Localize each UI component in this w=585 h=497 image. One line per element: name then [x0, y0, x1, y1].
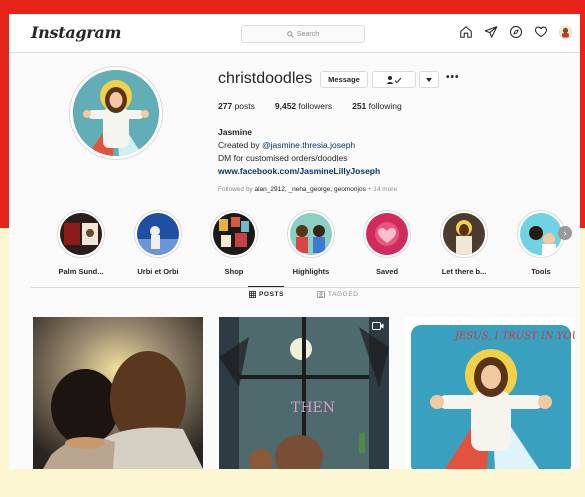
tabs-divider [31, 287, 580, 288]
tab-tagged-label: TAGGED [328, 291, 359, 298]
story-highlights: Palm Sund... Urbi et Orbi Shop Highlight… [9, 210, 580, 282]
highlight-label: Let there b... [441, 267, 487, 276]
tab-posts-label: POSTS [259, 291, 285, 298]
shop-icon [213, 213, 255, 255]
highlight-ring [134, 210, 182, 258]
posts-count: 277 [218, 101, 233, 111]
search-placeholder: Search [296, 30, 320, 38]
palm-sunday-icon [60, 213, 102, 255]
message-button[interactable]: Message [320, 71, 368, 88]
video-camera-icon [372, 322, 384, 330]
embrace-painting-icon [33, 317, 203, 469]
profile-picture-image [73, 70, 159, 156]
tab-tagged[interactable]: TAGGED [317, 291, 359, 298]
profile-stats: 277 posts 9,452 followers 251 following [218, 101, 422, 111]
following-stat[interactable]: 251 following [352, 101, 402, 111]
highlight-item[interactable]: Tools [512, 210, 570, 276]
post-thumbnail[interactable]: THEN [219, 317, 389, 469]
followed-by-prefix: Followed by [218, 186, 255, 193]
grid-icon [249, 291, 256, 298]
urbi-et-orbi-icon [137, 213, 179, 255]
tab-posts[interactable]: POSTS [249, 291, 284, 298]
highlight-label: Urbi et Orbi [137, 267, 179, 276]
avatar[interactable] [559, 25, 572, 39]
tagged-icon [317, 291, 325, 298]
highlight-image [60, 213, 102, 255]
person-check-icon [386, 75, 402, 84]
following-button[interactable] [372, 71, 416, 88]
posts-label: posts [234, 101, 255, 111]
highlight-ring [210, 210, 258, 258]
highlight-image [137, 213, 179, 255]
instagram-logo[interactable]: Instagram [31, 23, 121, 42]
post-caption-trust: JESUS, I TRUST IN YOU! [453, 331, 575, 342]
bio-line2: DM for customised orders/doodles [218, 153, 348, 163]
profile-bio: Jasmine Created by @jasmine.thresia.jose… [218, 126, 380, 178]
followers-label: followers [298, 101, 333, 111]
post-caption-then: THEN [291, 400, 335, 416]
post-thumbnail[interactable]: JESUS, I TRUST IN YOU! [405, 317, 575, 469]
highlight-label: Saved [375, 267, 399, 276]
divine-mercy-doodle-icon: JESUS, I TRUST IN YOU! [405, 317, 575, 469]
search-icon [287, 30, 294, 38]
highlight-item[interactable]: Highlights [282, 210, 340, 276]
followed-by-more: + 14 more [365, 186, 398, 193]
highlight-ring [57, 210, 105, 258]
profile-picture[interactable] [69, 66, 163, 160]
highlight-ring [440, 210, 488, 258]
highlight-image [443, 213, 485, 255]
heart-icon[interactable] [534, 25, 548, 39]
highlight-item[interactable]: Urbi et Orbi [129, 210, 187, 276]
highlight-ring [363, 210, 411, 258]
highlight-label: Palm Sund... [58, 267, 104, 276]
suggested-dropdown-button[interactable] [419, 71, 439, 88]
direct-icon[interactable] [484, 25, 498, 39]
bio-created-line: Created by @jasmine.thresia.joseph [218, 139, 380, 152]
posts-stat: 277 posts [218, 101, 255, 111]
tools-icon [520, 213, 562, 255]
highlight-image [213, 213, 255, 255]
highlight-ring [287, 210, 335, 258]
jesus-doodle-icon [73, 70, 159, 156]
explore-icon[interactable] [509, 25, 523, 39]
more-options-icon[interactable]: ••• [446, 72, 460, 83]
post-thumbnail[interactable] [33, 317, 203, 469]
highlight-label: Highlights [292, 267, 330, 276]
highlights-icon [290, 213, 332, 255]
followed-by[interactable]: Followed by alan_2912, _neha_george, geo… [218, 186, 397, 193]
profile-username: christdoodles [218, 70, 313, 87]
bio-name: Jasmine [218, 127, 253, 137]
search-input[interactable]: Search [241, 25, 365, 43]
following-count: 251 [352, 101, 367, 111]
highlight-item[interactable]: Saved [358, 210, 416, 276]
following-label: following [368, 101, 402, 111]
chevron-right-icon[interactable]: › [558, 226, 572, 240]
top-navigation-bar: Instagram Search [9, 14, 580, 53]
highlight-image [290, 213, 332, 255]
followers-count: 9,452 [274, 101, 297, 111]
nav-icons [459, 25, 572, 39]
bio-mention-link[interactable]: @jasmine.thresia.joseph [262, 140, 355, 150]
bio-created-prefix: Created by [218, 140, 262, 150]
chevron-down-icon [426, 77, 432, 82]
avatar-icon [559, 25, 572, 39]
highlight-item[interactable]: Shop [205, 210, 263, 276]
highlight-item[interactable]: Palm Sund... [52, 210, 110, 276]
followed-by-names: alan_2912, _neha_george, geomonjos [254, 186, 366, 193]
let-there-be-icon [443, 213, 485, 255]
highlight-image [520, 213, 562, 255]
saved-icon [366, 213, 408, 255]
highlight-image [366, 213, 408, 255]
highlight-item[interactable]: Let there b... [435, 210, 493, 276]
followers-stat[interactable]: 9,452 followers [275, 101, 332, 111]
instagram-window: Instagram Search christdoodles Message •… [9, 14, 580, 469]
active-tab-indicator [248, 286, 284, 287]
highlight-label: Shop [224, 267, 244, 276]
moon-window-painting-icon: THEN [219, 317, 389, 469]
highlight-label: Tools [531, 267, 551, 276]
home-icon[interactable] [459, 25, 473, 39]
bio-website-link[interactable]: www.facebook.com/JasmineLillyJoseph [218, 165, 380, 178]
